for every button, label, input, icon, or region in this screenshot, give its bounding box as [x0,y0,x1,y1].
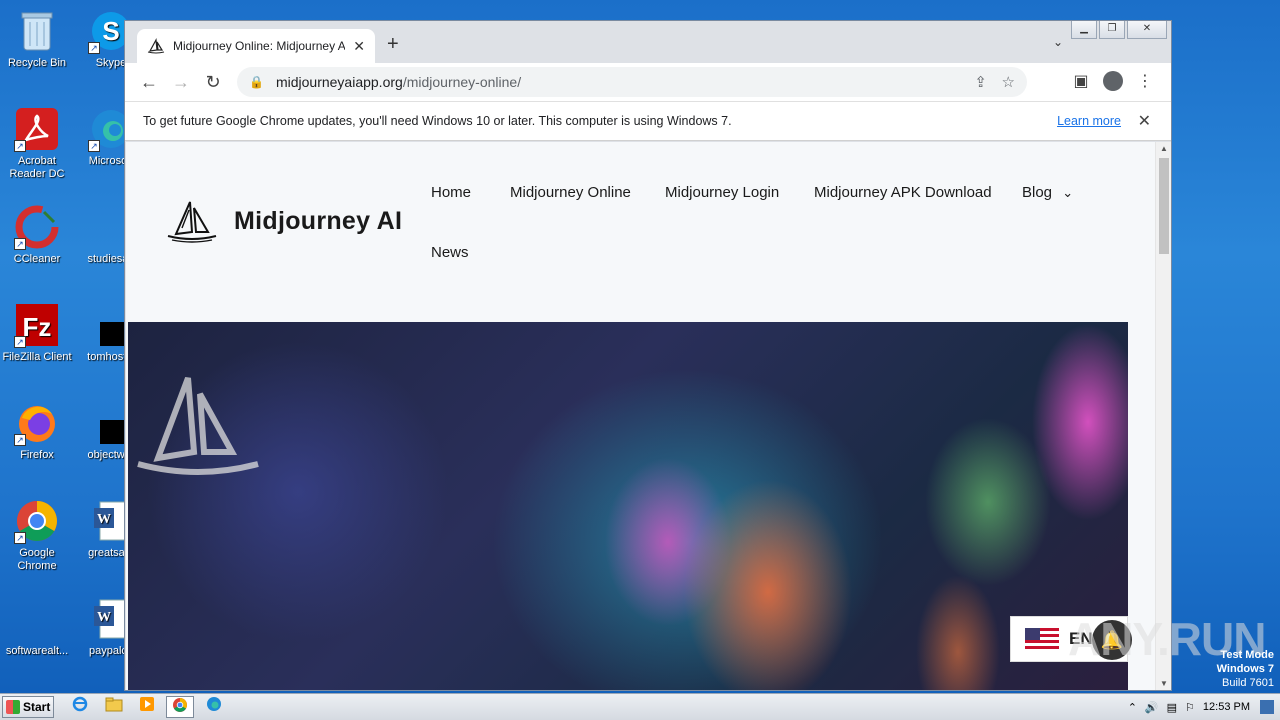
minimize-button[interactable]: ▁ [1071,21,1097,39]
windows-logo-icon [6,700,20,714]
taskbar: Start ⌃ 🔊 ▤ ⚐ 12:53 PM [0,693,1280,720]
taskbar-explorer-icon[interactable] [100,696,128,718]
sailboat-favicon-icon [147,38,165,54]
svg-text:Fz: Fz [23,312,52,342]
tray-expand-icon[interactable]: ⌃ [1128,701,1137,714]
page-viewport: Midjourney AI Home Midjourney Online Mid… [126,142,1156,690]
svg-text:W: W [97,610,111,625]
page-scrollbar[interactable]: ▲ ▼ [1155,142,1171,690]
back-arrow-icon[interactable]: ← [133,72,165,93]
scroll-up-arrow-icon[interactable]: ▲ [1156,144,1171,153]
tab-title: Midjourney Online: Midjourney Ai Online [173,39,346,53]
desktop-icon-label: Recycle Bin [7,57,67,69]
desktop-icon-firefox[interactable]: ↗ Firefox [0,400,74,462]
acrobat-icon: ↗ [14,106,60,152]
desktop-icon-ccleaner[interactable]: ↗ CCleaner [0,204,74,266]
toolbar-right-actions: ▣ ⋮ [1065,71,1161,96]
site-brand-name: Midjourney AI [234,206,403,235]
browser-toolbar: ← → ↻ 🔒 midjourneyaiapp.org/midjourney-o… [125,63,1171,101]
address-bar[interactable]: 🔒 midjourneyaiapp.org/midjourney-online/… [237,67,1027,97]
nav-home[interactable]: Home [431,184,471,201]
desktop-icon-label: Google Chrome [17,547,57,572]
desktop-icon-google-chrome[interactable]: ↗ Google Chrome [0,498,74,573]
nav-midjourney-apk-download[interactable]: Midjourney APK Download [814,184,992,201]
desktop-icon-label: CCleaner [13,253,61,265]
menu-kebab-icon[interactable]: ⋮ [1129,71,1161,96]
desktop-icon-label: FileZilla Client [2,351,72,363]
tab-midjourney-online[interactable]: Midjourney Online: Midjourney Ai Online … [137,29,375,63]
taskbar-ie-icon[interactable] [66,696,94,718]
scroll-down-arrow-icon[interactable]: ▼ [1156,679,1171,688]
url-domain: midjourneyaiapp.org [275,74,403,90]
desktop-icon-label: Firefox [20,449,54,461]
site-logo[interactable]: Midjourney AI [166,198,402,244]
sailboat-logo-icon [167,201,217,243]
taskbar-media-player-icon[interactable] [133,696,161,718]
nav-midjourney-login[interactable]: Midjourney Login [665,184,779,201]
bookmark-star-icon[interactable]: ☆ [1002,73,1015,91]
network-icon[interactable]: ▤ [1167,701,1177,714]
browser-window: Midjourney Online: Midjourney Ai Online … [124,20,1172,691]
desktop-icon-label: softwarealt... [5,645,69,657]
reload-icon[interactable]: ↻ [197,72,229,93]
hero-image [128,322,1128,690]
clock[interactable]: 12:53 PM [1203,701,1250,713]
desktop-icon-label: Acrobat Reader DC [9,155,65,180]
nav-midjourney-online[interactable]: Midjourney Online [510,184,631,201]
svg-text:W: W [97,512,111,527]
tab-close-icon[interactable]: ✕ [353,38,365,55]
ccleaner-icon: ↗ [14,204,60,250]
volume-icon[interactable]: 🔊 [1145,701,1159,714]
start-button[interactable]: Start [2,696,54,718]
side-panel-icon[interactable]: ▣ [1065,71,1097,96]
show-desktop-button[interactable] [1260,700,1274,714]
restore-button[interactable]: ❐ [1099,21,1125,39]
nav-blog-label: Blog [1022,184,1053,201]
test-mode-label: Test Mode [1220,649,1274,661]
desktop-icon-label: Skype [95,57,127,69]
sailboat-watermark-icon [137,376,259,475]
window-controls: ▁ ❐ ✕ [1069,21,1167,39]
firefox-icon: ↗ [14,400,60,446]
url-path: /midjourney-online/ [402,74,522,90]
infobar-message: To get future Google Chrome updates, you… [143,114,732,128]
tab-search-chevron-icon[interactable]: ⌄ [1053,35,1063,49]
desktop-icon-filezilla[interactable]: Fz ↗ FileZilla Client [0,302,74,364]
nav-news[interactable]: News [431,244,469,261]
os-label: Windows 7 [1216,663,1274,675]
share-icon[interactable]: ⇪ [974,73,987,91]
scrollbar-thumb[interactable] [1159,158,1169,254]
us-flag-icon [1025,628,1059,650]
infobar-close-icon[interactable]: ✕ [1138,111,1151,131]
learn-more-link[interactable]: Learn more [1057,114,1121,128]
flag-notification-icon[interactable]: ⚐ [1185,701,1195,714]
chevron-down-icon: ⌄ [1062,185,1074,200]
test-mode-notice: Test Mode Windows 7 Build 7601 [1217,648,1274,690]
svg-text:S: S [102,16,119,46]
desktop-icon-softwarealt[interactable]: softwarealt... [0,596,74,658]
close-window-button[interactable]: ✕ [1127,21,1167,39]
recycle-bin-icon [14,8,60,54]
desktop-icon-recycle-bin[interactable]: Recycle Bin [0,8,74,70]
chrome-icon: ↗ [14,498,60,544]
update-infobar: To get future Google Chrome updates, you… [125,101,1171,141]
blank-file-icon [14,596,60,642]
lock-icon: 🔒 [249,75,264,89]
nav-blog[interactable]: Blog ⌄ [1022,184,1073,201]
profile-icon[interactable] [1097,71,1129,96]
build-label: Build 7601 [1222,677,1274,689]
taskbar-chrome-icon[interactable] [166,696,194,718]
desktop-icon-acrobat[interactable]: ↗ Acrobat Reader DC [0,106,74,181]
taskbar-edge-icon[interactable] [200,696,228,718]
forward-arrow-icon[interactable]: → [165,72,197,93]
new-tab-button[interactable]: + [387,33,399,56]
start-label: Start [23,700,51,714]
system-tray: ⌃ 🔊 ▤ ⚐ 12:53 PM [1128,694,1280,720]
filezilla-icon: Fz ↗ [14,302,60,348]
tab-strip: Midjourney Online: Midjourney Ai Online … [125,21,1171,63]
